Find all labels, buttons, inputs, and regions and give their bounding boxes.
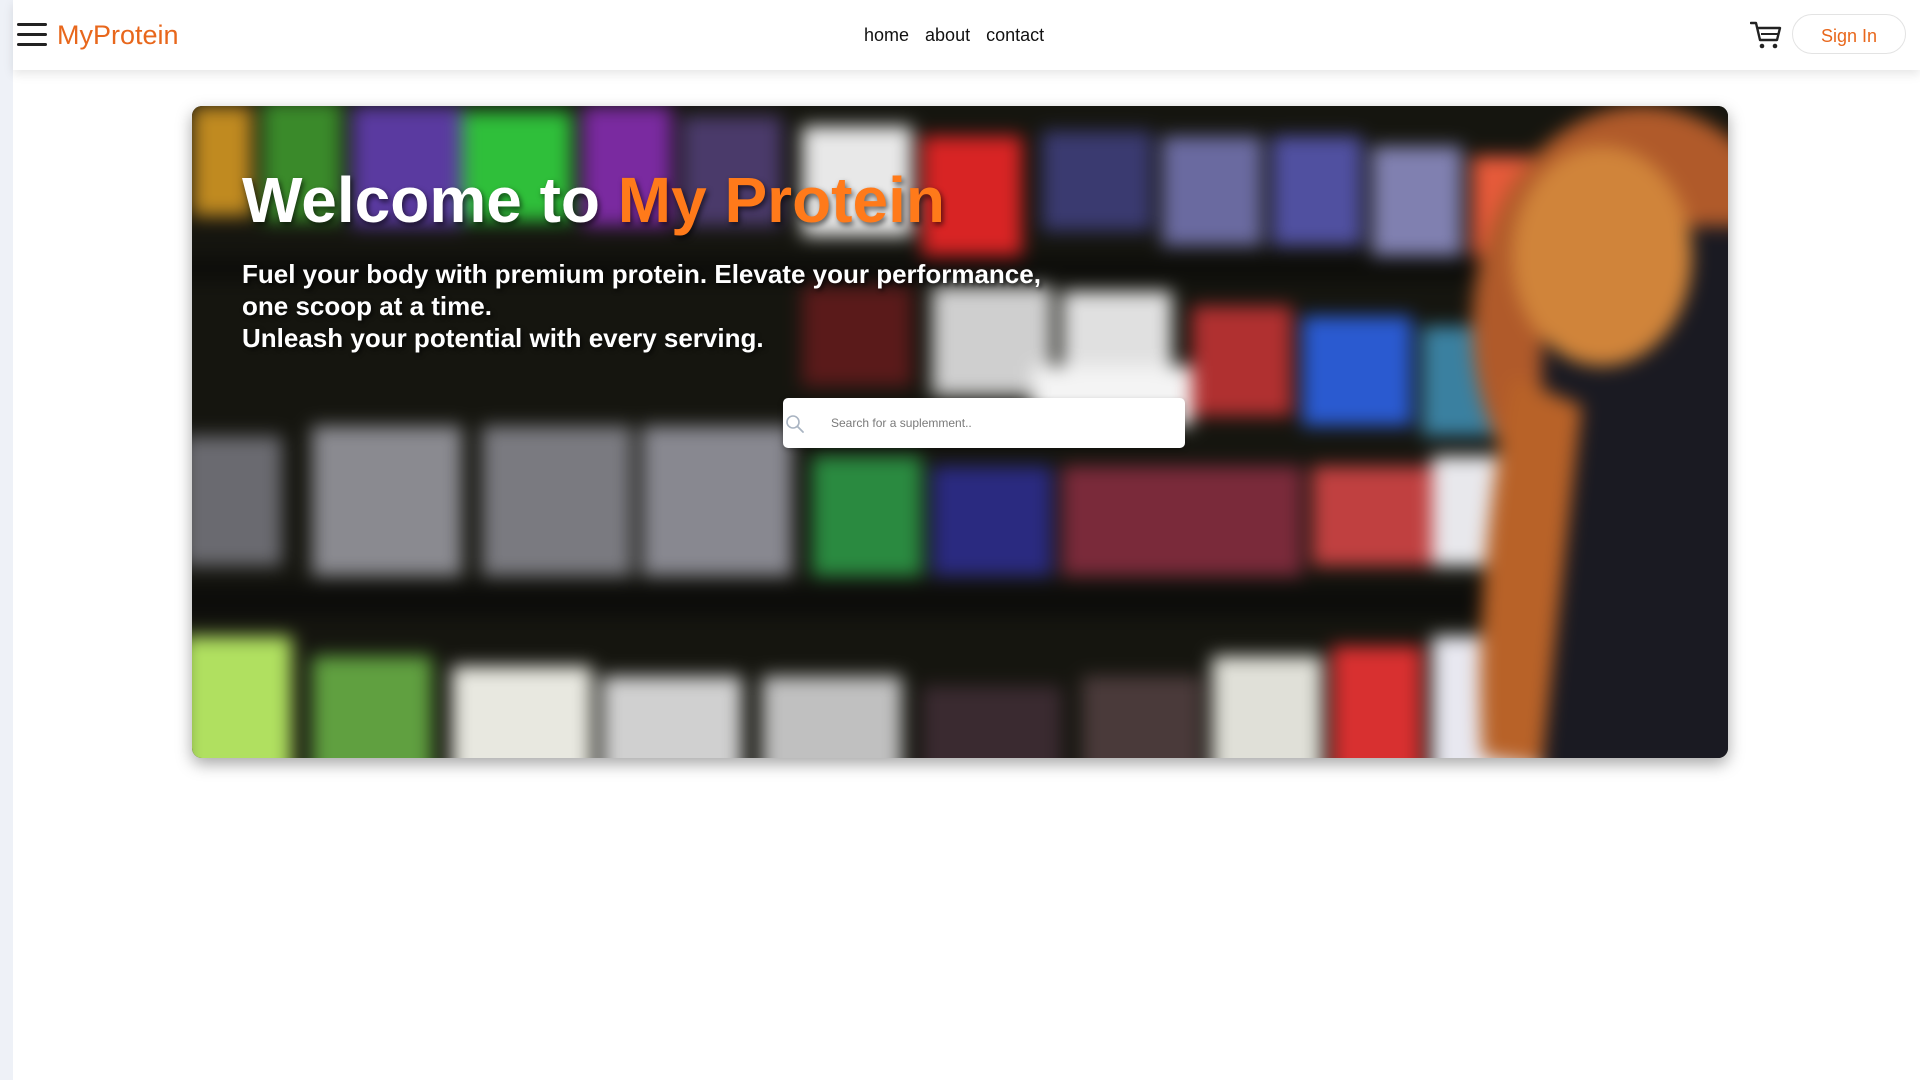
brand-logo[interactable]: MyProtein bbox=[57, 18, 179, 52]
search-input[interactable] bbox=[831, 398, 1171, 448]
search-bar bbox=[783, 398, 1185, 448]
shopping-cart-icon[interactable] bbox=[1749, 20, 1782, 50]
hero-title-accent: My Protein bbox=[617, 164, 945, 236]
hero-subtitle-line: Unleash your potential with every servin… bbox=[242, 323, 764, 353]
nav-link-home[interactable]: home bbox=[864, 24, 909, 46]
page-left-strip bbox=[0, 0, 13, 1080]
hero-subtitle: Fuel your body with premium protein. Ele… bbox=[242, 258, 1041, 354]
hero-title: Welcome to My Protein bbox=[242, 162, 945, 238]
nav-link-about[interactable]: about bbox=[925, 24, 970, 46]
nav-link-contact[interactable]: contact bbox=[986, 24, 1044, 46]
hero-subtitle-line: Fuel your body with premium protein. Ele… bbox=[242, 259, 1041, 289]
top-navbar: MyProtein home about contact Sign In bbox=[13, 0, 1920, 70]
hamburger-menu-icon[interactable] bbox=[17, 23, 47, 47]
main-nav: home about contact bbox=[864, 24, 1044, 46]
sign-in-button[interactable]: Sign In bbox=[1792, 14, 1906, 54]
hero-subtitle-line: one scoop at a time. bbox=[242, 291, 492, 321]
search-icon[interactable] bbox=[785, 414, 805, 434]
hero-title-prefix: Welcome to bbox=[242, 164, 600, 236]
hero-banner: Welcome to My Protein Fuel your body wit… bbox=[192, 106, 1728, 758]
